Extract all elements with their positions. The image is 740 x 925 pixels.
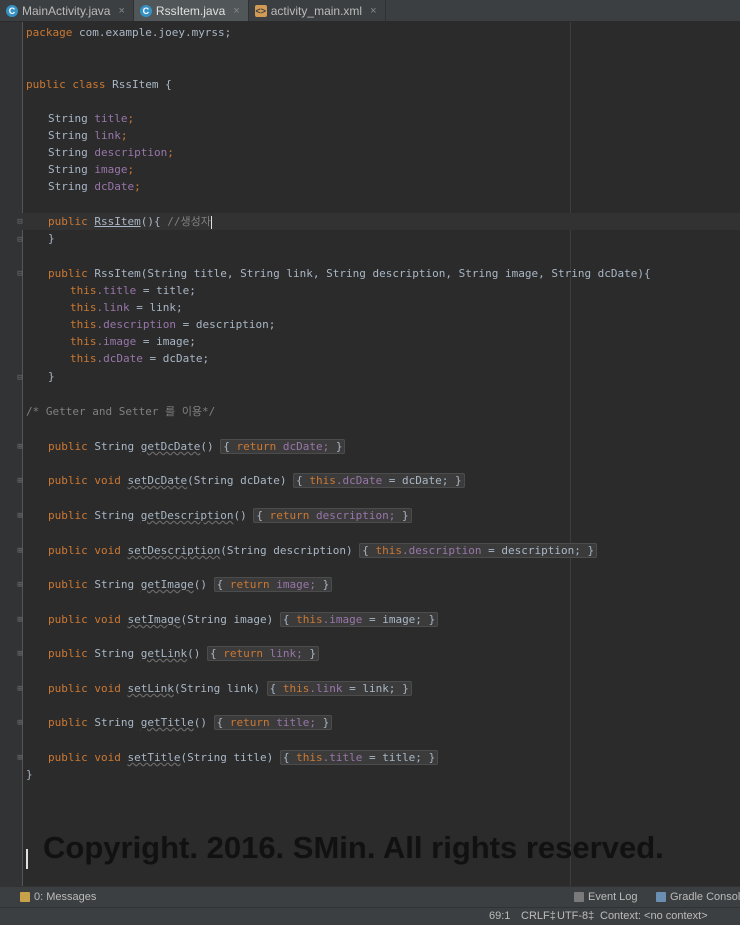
code-line: public class RssItem { xyxy=(26,78,172,91)
code-line: package com.example.joey.myrss; xyxy=(26,26,232,39)
fold-icon[interactable]: ⊞ xyxy=(16,477,24,486)
tool-window-bar: 0: Messages Event Log Gradle Console xyxy=(0,886,740,908)
event-log-label: Event Log xyxy=(588,891,638,903)
code-line: public void setLink(String link) { this.… xyxy=(48,680,412,697)
code-line: public void setDcDate(String dcDate) { t… xyxy=(48,472,465,489)
close-icon[interactable]: × xyxy=(370,5,376,17)
code-line: /* Getter and Setter 를 이용*/ xyxy=(26,405,216,418)
code-line: this.description = description; xyxy=(70,318,276,331)
tab-mainactivity[interactable]: C MainActivity.java × xyxy=(0,0,134,21)
code-line: public void setDescription(String descri… xyxy=(48,542,598,559)
xml-layout-icon: <> xyxy=(254,4,267,17)
code-line: public String getDescription() { return … xyxy=(48,507,412,524)
tab-activity-main-xml[interactable]: <> activity_main.xml × xyxy=(249,0,386,21)
fold-icon[interactable]: ⊞ xyxy=(16,685,24,694)
code-line: this.link = link; xyxy=(70,301,183,314)
tab-rssitem[interactable]: C RssItem.java × xyxy=(133,0,249,21)
speech-bubble-icon xyxy=(574,892,584,902)
encoding-selector[interactable]: UTF-8‡ xyxy=(557,910,594,922)
event-log-button[interactable]: Event Log xyxy=(574,891,638,903)
fold-icon[interactable]: ⊞ xyxy=(16,719,24,728)
messages-tool-button[interactable]: 0: Messages xyxy=(20,891,96,903)
fold-icon[interactable]: ⊞ xyxy=(16,512,24,521)
fold-icon[interactable]: ⊟ xyxy=(16,374,24,383)
code-line: String link; xyxy=(48,129,128,142)
fold-icon[interactable]: ⊞ xyxy=(16,616,24,625)
code-line: } xyxy=(26,768,33,781)
fold-icon[interactable]: ⊞ xyxy=(16,650,24,659)
code-line: public String getDcDate() { return dcDat… xyxy=(48,438,346,455)
tab-label: MainActivity.java xyxy=(22,3,111,18)
code-line: this.dcDate = dcDate; xyxy=(70,352,210,365)
messages-icon xyxy=(20,892,30,902)
code-line: public RssItem(){ //생성자 xyxy=(48,215,212,229)
right-margin-guide xyxy=(570,22,571,886)
fold-icon[interactable]: ⊞ xyxy=(16,754,24,763)
fold-icon[interactable]: ⊞ xyxy=(16,443,24,452)
console-icon xyxy=(656,892,666,902)
code-line: public String getImage() { return image;… xyxy=(48,576,333,593)
code-line: String image; xyxy=(48,163,135,176)
code-line: public String getTitle() { return title;… xyxy=(48,714,333,731)
fold-icon[interactable]: ⊞ xyxy=(16,581,24,590)
text-caret xyxy=(26,849,28,869)
code-line: } xyxy=(48,370,55,383)
gradle-console-label: Gradle Console xyxy=(670,891,740,903)
code-line: public String getLink() { return link; } xyxy=(48,645,319,662)
code-line: this.image = image; xyxy=(70,335,196,348)
code-line: String description; xyxy=(48,146,174,159)
code-line: } xyxy=(48,232,55,245)
code-line: public void setTitle(String title) { thi… xyxy=(48,749,439,766)
code-line: public void setImage(String image) { thi… xyxy=(48,611,439,628)
fold-icon[interactable]: ⊟ xyxy=(16,218,24,227)
line-separator-selector[interactable]: CRLF‡ xyxy=(521,910,556,922)
status-bar: 69:1 CRLF‡ UTF-8‡ Context: <no context> xyxy=(0,907,740,925)
fold-icon[interactable]: ⊟ xyxy=(16,270,24,279)
messages-label: 0: Messages xyxy=(34,891,97,903)
copyright-watermark: Copyright. 2016. SMin. All rights reserv… xyxy=(43,830,664,865)
code-line: public RssItem(String title, String link… xyxy=(48,267,651,280)
text-caret xyxy=(210,215,212,229)
gradle-console-button[interactable]: Gradle Console xyxy=(656,891,740,903)
code-line: this.title = title; xyxy=(70,284,196,297)
tab-label: activity_main.xml xyxy=(270,3,363,18)
tab-label: RssItem.java xyxy=(155,3,226,18)
code-editor[interactable]: ⊟ ⊟ ⊟ ⊟ ⊞ ⊞ ⊞ ⊞ ⊞ ⊞ ⊞ ⊞ ⊞ ⊞ package com.… xyxy=(0,22,740,886)
fold-icon[interactable]: ⊟ xyxy=(16,236,24,245)
context-indicator[interactable]: Context: <no context> xyxy=(600,910,708,922)
code-line: String dcDate; xyxy=(48,180,141,193)
class-icon: C xyxy=(6,4,18,17)
code-line: String title; xyxy=(48,112,135,125)
close-icon[interactable]: × xyxy=(118,5,124,17)
close-icon[interactable]: × xyxy=(233,5,239,17)
fold-icon[interactable]: ⊞ xyxy=(16,547,24,556)
caret-position[interactable]: 69:1 xyxy=(489,910,510,922)
editor-tab-bar: C MainActivity.java × C RssItem.java × <… xyxy=(0,0,740,22)
class-icon: C xyxy=(139,4,152,17)
